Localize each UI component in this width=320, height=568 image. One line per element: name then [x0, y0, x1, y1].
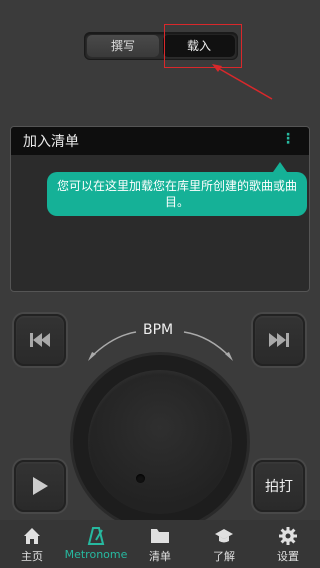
tempo-dial-knob[interactable]	[88, 370, 232, 514]
nav-list-label: 清单	[149, 550, 171, 563]
tempo-dial[interactable]	[73, 355, 247, 529]
home-icon	[24, 528, 40, 544]
nav-metronome[interactable]: Metronome	[64, 520, 128, 568]
nav-learn-label: 了解	[213, 550, 235, 563]
nav-learn[interactable]: 了解	[192, 520, 256, 568]
nav-metronome-label: Metronome	[64, 548, 128, 561]
nav-home-label: 主页	[21, 550, 43, 563]
nav-home[interactable]: 主页	[0, 520, 64, 568]
folder-icon	[151, 529, 169, 543]
tap-label: 拍打	[265, 479, 293, 495]
nav-list[interactable]: 清单	[128, 520, 192, 568]
play-button[interactable]	[14, 460, 66, 512]
bottom-nav: 主页 Metronome 清单 了解 设置	[0, 520, 320, 568]
metronome-icon	[87, 527, 105, 545]
play-icon	[33, 477, 48, 495]
gear-icon	[279, 527, 297, 545]
nav-settings[interactable]: 设置	[256, 520, 320, 568]
dial-indicator	[136, 474, 145, 483]
nav-settings-label: 设置	[277, 550, 299, 563]
tap-button[interactable]: 拍打	[253, 460, 305, 512]
graduation-cap-icon	[215, 529, 233, 543]
